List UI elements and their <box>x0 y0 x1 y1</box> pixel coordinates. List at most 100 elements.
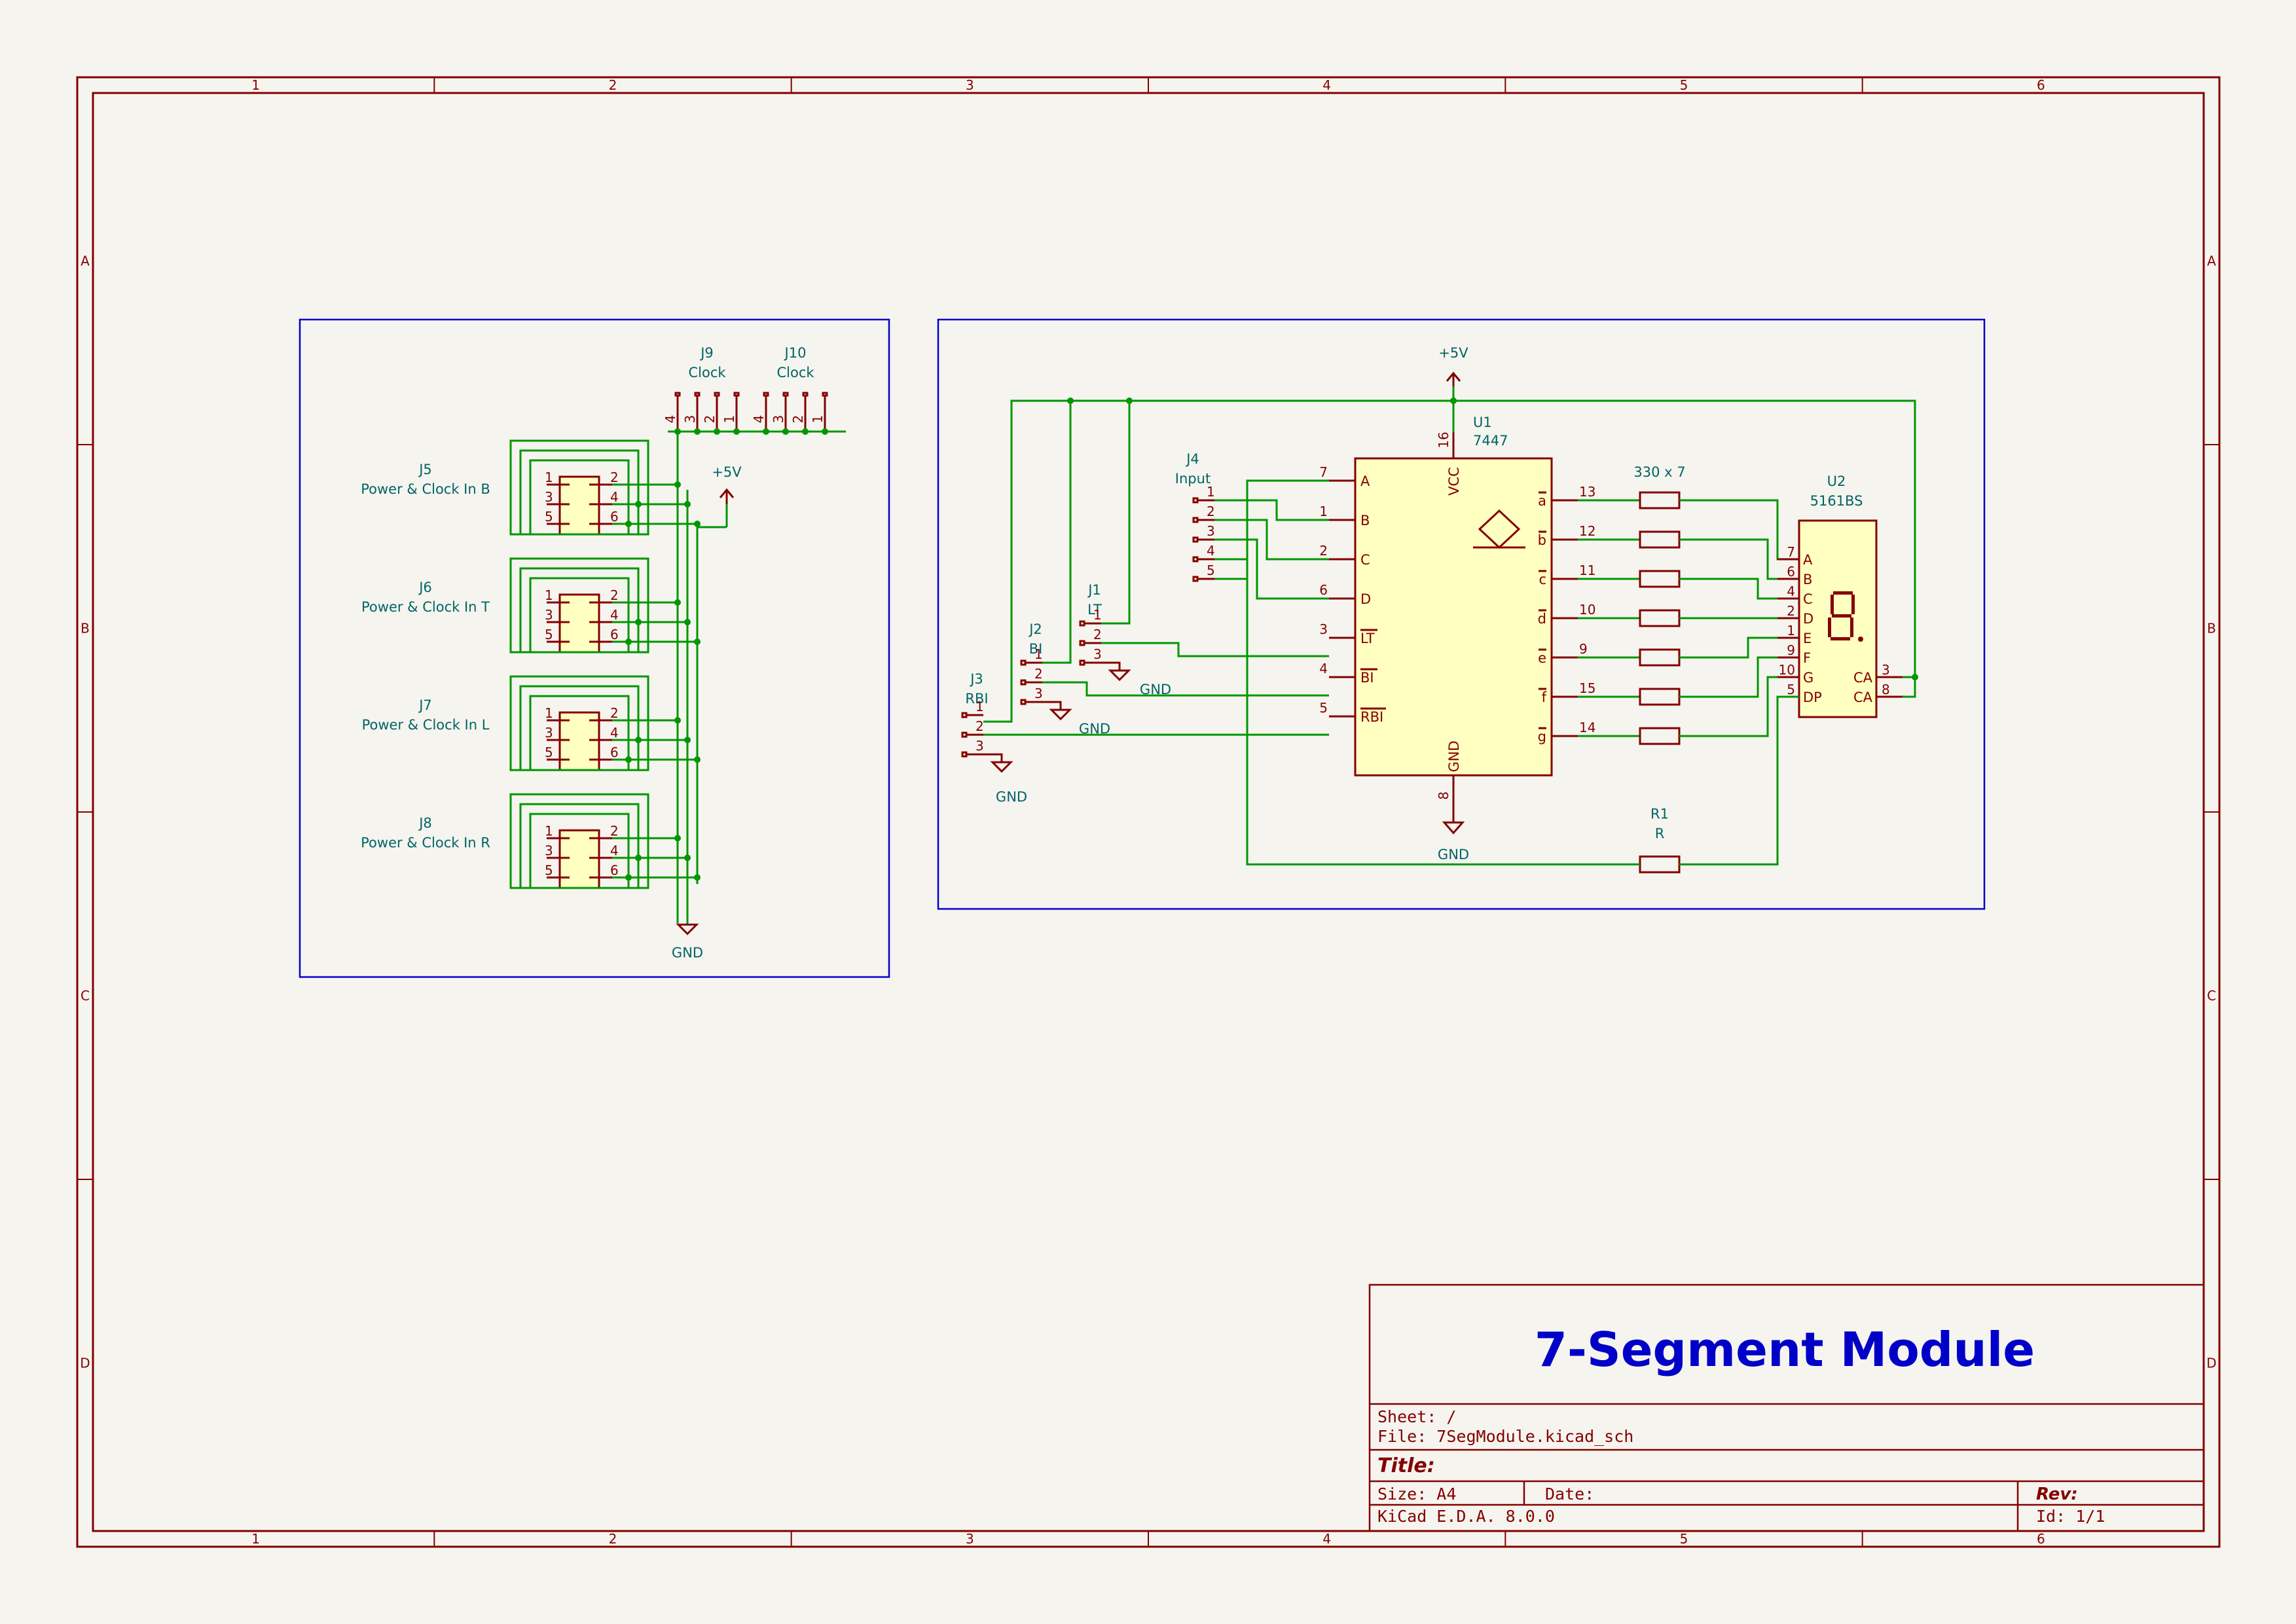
connector-ref: J6 <box>418 580 432 595</box>
bi-pullup-wire <box>1042 401 1072 664</box>
u1-value: 7447 <box>1473 433 1508 449</box>
u1-pin-name: BI <box>1360 670 1374 686</box>
display-u2-5161bs[interactable]: U2 5161BS 7 A6 B4 C2 D1 E9 F 10 G5 DP 3 CA 8 CA <box>1777 473 1903 718</box>
connector-j1-lt[interactable]: J1 LT 123 GND <box>1079 582 1171 697</box>
power-5v-right-label: +5V <box>1438 345 1468 361</box>
u1-pin-number: 9 <box>1579 641 1588 657</box>
u1-pin-number: 4 <box>1319 661 1328 676</box>
connector-value: Power & Clock In T <box>361 599 490 615</box>
gnd-u1-label: GND <box>1438 847 1469 862</box>
u1-pin-number: 12 <box>1579 523 1595 539</box>
u2-pin-name: B <box>1803 572 1812 587</box>
connector-pin-number: 3 <box>545 843 553 858</box>
frame-column-label: 2 <box>609 1531 617 1547</box>
connector-pin-number: 5 <box>1207 563 1215 578</box>
connector-pin-number: 3 <box>545 725 553 741</box>
connector-pin-number: 4 <box>610 607 619 623</box>
connector-ref: J8 <box>418 815 432 831</box>
u1-ref: U1 <box>1473 415 1492 430</box>
u2-pin-number: 9 <box>1787 642 1795 658</box>
u2-value: 5161BS <box>1810 493 1863 509</box>
connector-pin-number: 5 <box>545 627 553 642</box>
frame-row-label: A <box>2207 253 2216 269</box>
connector-pin-number: 4 <box>610 843 619 858</box>
connector-j3-rbi[interactable]: J3 RBI 123 GND <box>961 671 1027 805</box>
j10-value: Clock <box>776 365 814 380</box>
u1-pin-name: A <box>1360 473 1370 489</box>
u2-pin-name: G <box>1803 670 1813 686</box>
connector-pin-number: 5 <box>545 509 553 525</box>
clock-pin-number: 3 <box>771 415 786 424</box>
connector-j4-input[interactable]: J4 Input 1 2 3 4 5 <box>1175 451 1215 582</box>
connector-pin-number: 3 <box>1093 646 1102 662</box>
connector-value: Power & Clock In R <box>361 835 490 851</box>
lt-wire <box>1101 642 1329 657</box>
connector-pin-number: 6 <box>610 509 619 525</box>
power-connector-j6[interactable]: J6 Power & Clock In T 1 2 3 4 5 6 <box>361 557 701 654</box>
segment-resistor[interactable] <box>1578 676 1799 745</box>
u2-pin-number: 1 <box>1787 623 1795 638</box>
power-5v-left-label: +5V <box>712 464 742 480</box>
u2-pin-number: 4 <box>1787 583 1795 599</box>
connector-pin-number: 2 <box>1034 666 1043 682</box>
segment-resistor[interactable] <box>1578 530 1799 580</box>
frame-column-label: 5 <box>1680 1531 1688 1547</box>
u2-pin-name: D <box>1803 611 1813 627</box>
u1-pin-number: 1 <box>1319 504 1328 519</box>
decoder-display-group: +5V U1 7447 7A1B2C6D3LT4BI5RBI 13a12b11c… <box>937 318 1986 910</box>
connector-pin-number: 3 <box>1034 686 1043 701</box>
segment-resistor[interactable] <box>1578 656 1799 706</box>
j4-wire-3 <box>1214 538 1329 600</box>
tool-version: KiCad E.D.A. 8.0.0 <box>1377 1507 1555 1526</box>
segment-resistor[interactable] <box>1578 637 1799 667</box>
connector-pin-number: 4 <box>1207 543 1215 559</box>
u1-gnd-pin-name: GND <box>1446 741 1462 772</box>
ic-u1-7447[interactable]: U1 7447 7 A 1 B 2 C 6 D 3 LT 4 BI 5 RBI 13 a 12 b 11 c 10 d 9… <box>1319 415 1595 812</box>
u2-pin-name: CA <box>1853 690 1873 705</box>
frame-column-label: 1 <box>251 77 260 93</box>
u1-pin-number: 15 <box>1579 680 1595 696</box>
sheet-rev: Rev: <box>2036 1485 2078 1504</box>
frame-column-label: 4 <box>1322 1531 1331 1547</box>
power-connector-j8[interactable]: J8 Power & Clock In R 1 2 3 4 5 6 <box>361 793 701 889</box>
gnd-j3-label: GND <box>996 789 1027 805</box>
u2-pin-number: 10 <box>1779 662 1795 678</box>
u1-pin-number: 2 <box>1319 543 1328 559</box>
clock-pin-number: 4 <box>663 415 678 424</box>
u1-pin-number: 11 <box>1579 563 1595 578</box>
clock-pin-number: 4 <box>751 415 767 424</box>
segment-resistor[interactable] <box>1578 609 1799 627</box>
frame-column-label: 3 <box>966 77 974 93</box>
clock-header-j9[interactable]: J9 Clock 4321 <box>663 345 740 435</box>
gnd-symbol-u1 <box>1442 812 1465 835</box>
sheet-path: Sheet: / <box>1377 1407 1456 1426</box>
clock-header-j10[interactable]: J10 Clock 4321 <box>751 345 828 435</box>
power-connector-j5[interactable]: J5 Power & Clock In B 1 2 3 4 5 6 <box>361 439 701 536</box>
connector-pin-number: 3 <box>1207 523 1215 539</box>
sheet-title: 7-Segment Module <box>1535 1322 2035 1377</box>
u1-pin-name: a <box>1538 493 1546 509</box>
gnd-left-label: GND <box>672 945 703 961</box>
j1-ref: J1 <box>1087 582 1101 598</box>
segment-resistor[interactable] <box>1578 570 1799 600</box>
frame-row-label: D <box>2206 1356 2216 1371</box>
power-5v-right: +5V <box>1438 345 1468 386</box>
u2-pin-name: E <box>1803 631 1812 646</box>
resistor-array-value: 330 x 7 <box>1633 464 1685 480</box>
connector-ref: J7 <box>418 697 432 713</box>
sheet-size: Size: A4 <box>1377 1485 1456 1504</box>
segment-resistor[interactable] <box>1578 491 1799 561</box>
u2-pin-name: F <box>1803 650 1811 666</box>
connector-value: Power & Clock In B <box>361 481 490 497</box>
connector-pin-number: 2 <box>1093 627 1102 642</box>
u1-pin-number: 3 <box>1319 621 1328 637</box>
u2-pin-number: 7 <box>1787 544 1795 560</box>
u2-pin-name: C <box>1803 591 1813 607</box>
title-block: 7-Segment Module Sheet: / File: 7SegModu… <box>1368 1283 2205 1532</box>
resistor-r1[interactable]: R1 R <box>1639 806 1681 874</box>
connector-pin-number: 3 <box>545 489 553 505</box>
connector-pin-number: 1 <box>975 699 984 714</box>
u2-ref: U2 <box>1827 473 1846 489</box>
power-connector-j7[interactable]: J7 Power & Clock In L 1 2 3 4 5 6 <box>362 675 701 771</box>
frame-row-label: C <box>81 988 90 1004</box>
